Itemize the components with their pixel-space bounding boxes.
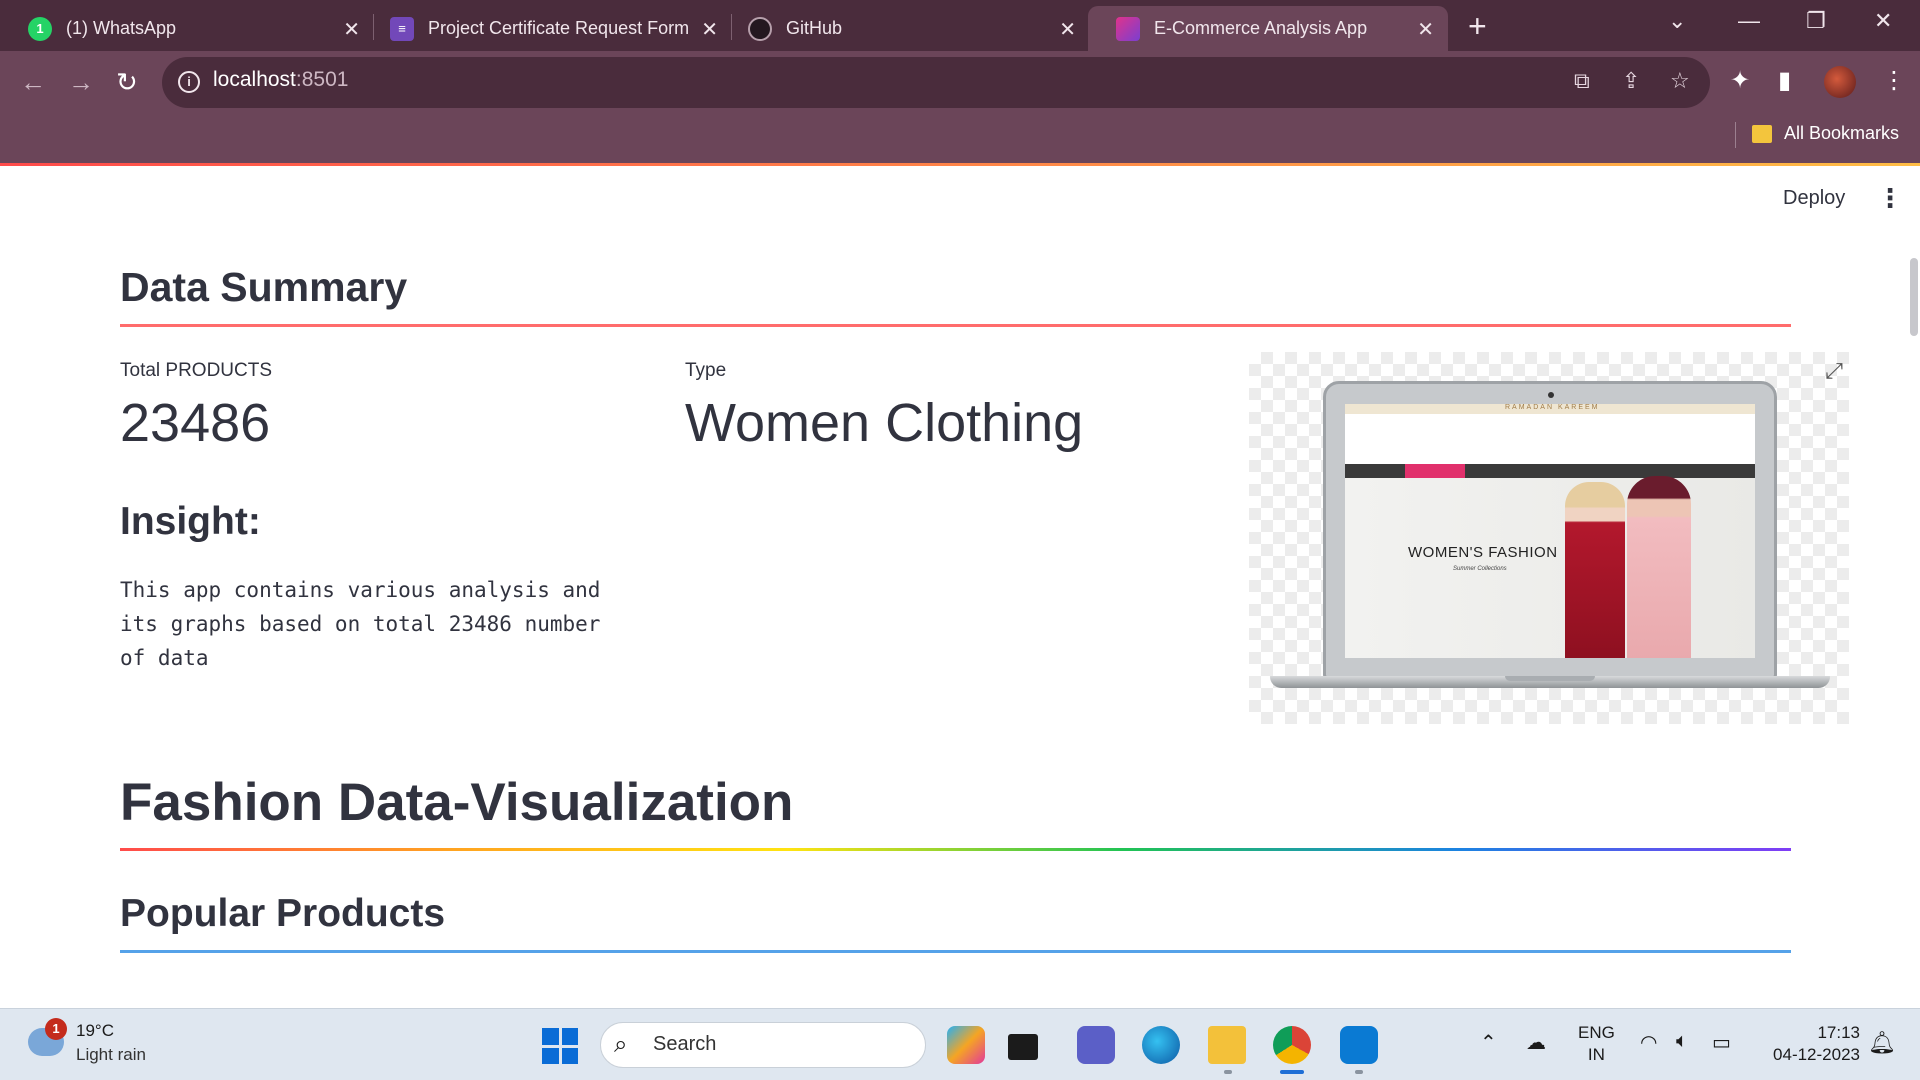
metric-value-total-products: 23486 (120, 393, 271, 453)
teams-icon[interactable] (1077, 1026, 1115, 1064)
tab-project-certificate-form[interactable]: ≡ Project Certificate Request Form ✕ (362, 6, 732, 51)
close-tab-icon[interactable]: ✕ (1059, 17, 1076, 42)
tab-whatsapp[interactable]: 1 (1) WhatsApp ✕ (0, 6, 374, 51)
language-code: ENG (1578, 1023, 1615, 1042)
main-menu-icon[interactable]: ⋮ (1877, 183, 1903, 214)
taskbar-search-label: Search (653, 1033, 717, 1055)
laptop-screen: RAMADAN KAREEM WOMEN'S FASHION Summer Co… (1345, 404, 1755, 658)
wifi-icon[interactable]: ◠ (1640, 1030, 1657, 1055)
language-region: IN (1587, 1045, 1605, 1064)
weather-temperature[interactable]: 19°C (76, 1021, 114, 1041)
volume-icon[interactable]: 🔈︎ (1676, 1030, 1688, 1053)
tab-title: Project Certificate Request Form (428, 18, 690, 38)
all-bookmarks[interactable]: All Bookmarks (1784, 123, 1899, 144)
running-indicator (1355, 1070, 1363, 1074)
forms-icon: ≡ (390, 16, 414, 41)
tab-title: GitHub (786, 18, 843, 38)
screen-banner-text: RAMADAN KAREEM (1505, 404, 1600, 411)
close-tab-icon[interactable]: ✕ (1417, 17, 1434, 42)
active-indicator (1280, 1070, 1304, 1074)
weather-description[interactable]: Light rain (76, 1045, 146, 1065)
search-icon: ⌕ (614, 1031, 628, 1058)
folder-icon (1752, 125, 1772, 143)
github-icon (748, 16, 772, 41)
tab-ecommerce-analysis-app[interactable]: E-Commerce Analysis App ✕ (1088, 6, 1448, 51)
bookmarks-separator (1735, 122, 1736, 148)
laptop-notch (1505, 676, 1595, 681)
chrome-icon[interactable] (1273, 1026, 1311, 1064)
share-icon[interactable]: ⇪ (1622, 68, 1640, 94)
restore-icon[interactable]: ❐ (1806, 8, 1826, 34)
metric-label-type: Type (685, 360, 727, 381)
tab-title: E-Commerce Analysis App (1154, 18, 1368, 38)
copilot-icon[interactable] (947, 1026, 985, 1064)
screen-nav-highlight (1405, 464, 1465, 478)
fashion-data-visualization-heading: Fashion Data-Visualization (120, 773, 794, 832)
system-clock[interactable]: 17:13 04-12-2023 (1760, 1022, 1860, 1066)
translate-icon[interactable]: ⧉ (1574, 68, 1590, 94)
screen-hero-subtitle: Summer Collections (1453, 566, 1507, 572)
insight-heading: Insight: (120, 500, 261, 543)
notification-bell-icon[interactable]: 🔔︎ (1868, 1030, 1896, 1056)
profile-avatar[interactable] (1824, 66, 1856, 98)
clock-date: 04-12-2023 (1773, 1045, 1860, 1064)
insight-code-block: This app contains various analysis and i… (120, 578, 601, 670)
reload-icon[interactable]: ↻ (116, 67, 138, 98)
scrollbar-thumb[interactable] (1910, 258, 1918, 336)
tab-search-chevron-icon[interactable]: ⌄ (1668, 8, 1686, 34)
popular-products-heading: Popular Products (120, 892, 446, 935)
address-url[interactable]: localhost:8501 (213, 68, 348, 92)
tab-github[interactable]: GitHub ✕ (720, 6, 1090, 51)
running-indicator (1224, 1070, 1232, 1074)
windows-start-icon[interactable] (542, 1028, 578, 1064)
deploy-button[interactable]: Deploy (1783, 187, 1845, 210)
show-hidden-icons-chevron-icon[interactable]: ⌃ (1480, 1030, 1497, 1055)
whatsapp-icon: 1 (28, 16, 52, 41)
data-summary-heading: Data Summary (120, 264, 408, 310)
browser-menu-icon[interactable]: ⋮ (1882, 66, 1906, 95)
site-info-icon[interactable]: i (178, 71, 200, 93)
streamlit-app-icon (1116, 16, 1140, 41)
minimize-icon[interactable]: — (1738, 8, 1760, 34)
taskbar-search-input[interactable] (600, 1022, 926, 1068)
metric-value-type: Women Clothing (685, 393, 1084, 453)
rainbow-divider (120, 848, 1791, 851)
vscode-icon[interactable] (1340, 1026, 1378, 1064)
tab-title: (1) WhatsApp (66, 18, 177, 38)
weather-badge: 1 (45, 1018, 67, 1040)
address-bar[interactable] (162, 57, 1710, 108)
task-view-icon[interactable] (1008, 1034, 1038, 1060)
extensions-icon[interactable]: ✦ (1730, 66, 1750, 95)
battery-icon[interactable]: ▭ (1712, 1030, 1731, 1055)
bookmark-star-icon[interactable]: ☆ (1670, 68, 1690, 94)
fullscreen-expand-icon[interactable]: ⤢ (1820, 358, 1848, 386)
close-window-icon[interactable]: ✕ (1874, 8, 1892, 34)
model-figure-red-dress (1565, 482, 1625, 658)
side-panel-icon[interactable]: ▮ (1778, 66, 1791, 95)
close-tab-icon[interactable]: ✕ (701, 17, 718, 42)
url-port: :8501 (295, 68, 349, 91)
laptop-camera (1548, 392, 1554, 398)
edge-icon[interactable] (1142, 1026, 1180, 1064)
clock-time: 17:13 (1817, 1023, 1860, 1042)
screen-hero-title: WOMEN'S FASHION (1408, 544, 1558, 561)
url-host: localhost (213, 68, 296, 91)
file-explorer-icon[interactable] (1208, 1026, 1246, 1064)
language-indicator[interactable]: ENG IN (1578, 1022, 1615, 1066)
model-figure-pink-dress (1627, 476, 1691, 658)
blue-divider (120, 950, 1791, 953)
screen-hero (1345, 478, 1755, 658)
forward-arrow-icon[interactable]: → (68, 67, 94, 98)
back-arrow-icon[interactable]: ← (20, 67, 46, 98)
onedrive-cloud-icon[interactable]: ☁ (1526, 1030, 1546, 1055)
close-tab-icon[interactable]: ✕ (343, 17, 360, 42)
heading-divider (120, 324, 1791, 327)
app-header-decoration (0, 163, 1920, 166)
metric-label-total-products: Total PRODUCTS (120, 360, 273, 381)
new-tab-icon[interactable]: + (1468, 8, 1487, 45)
